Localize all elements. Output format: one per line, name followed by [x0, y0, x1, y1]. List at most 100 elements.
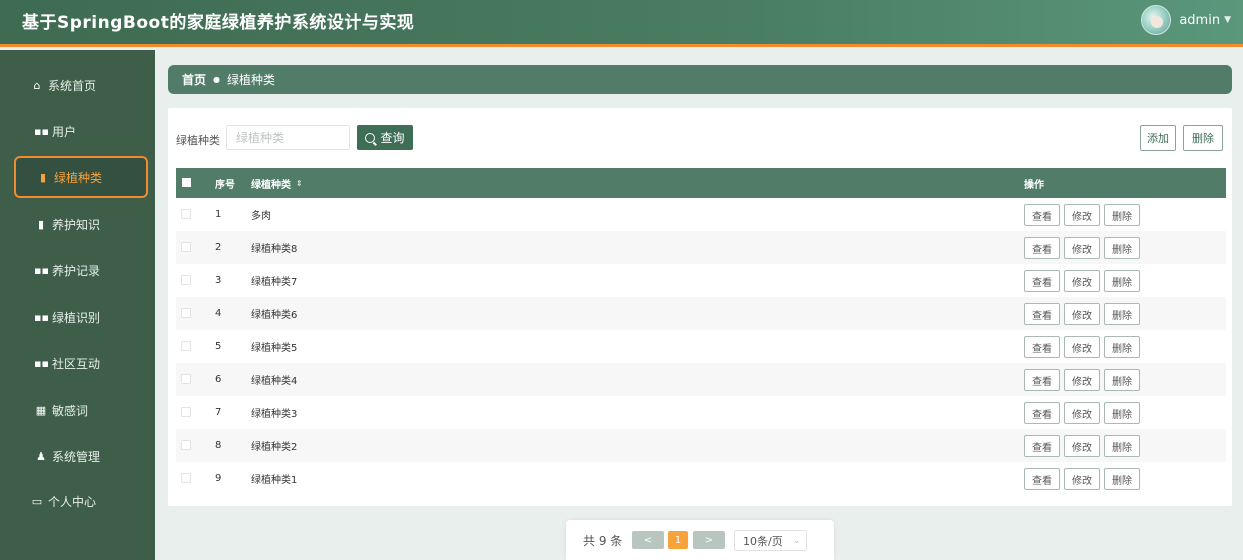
- sidebar-item-plant-types[interactable]: ▮ 绿植种类: [14, 156, 148, 198]
- edit-button[interactable]: 修改: [1064, 270, 1100, 292]
- row-index: 9: [215, 473, 222, 484]
- user-menu[interactable]: admin ▼: [1141, 5, 1231, 35]
- view-button[interactable]: 查看: [1024, 204, 1060, 226]
- select-all-checkbox[interactable]: [182, 178, 191, 187]
- breadcrumb-home[interactable]: 首页: [182, 71, 206, 88]
- sidebar-item-system-admin[interactable]: ♟ 系统管理: [14, 435, 148, 477]
- delete-button[interactable]: 删除: [1104, 303, 1140, 325]
- sidebar-item-care-knowledge[interactable]: ▮ 养护知识: [14, 203, 148, 245]
- row-index: 5: [215, 341, 222, 352]
- sidebar: ⌂ 系统首页 ▪▪ 用户 ▮ 绿植种类 ▮ 养护知识 ▪▪ 养护记录 ▪▪ 绿植…: [0, 50, 155, 560]
- row-index: 2: [215, 242, 222, 253]
- view-button[interactable]: 查看: [1024, 270, 1060, 292]
- row-checkbox[interactable]: [181, 407, 191, 417]
- row-checkbox[interactable]: [181, 440, 191, 450]
- delete-button[interactable]: 删除: [1104, 402, 1140, 424]
- delete-button[interactable]: 删除: [1104, 336, 1140, 358]
- page-size-select[interactable]: 10条/页 ⌄: [734, 530, 807, 551]
- grid-icon: ▪▪: [34, 310, 49, 324]
- window-icon: ▭: [31, 494, 43, 508]
- edit-button[interactable]: 修改: [1064, 204, 1100, 226]
- table-row: 8 绿植种类2 查看 修改 删除: [176, 429, 1226, 462]
- sidebar-item-label: 系统管理: [52, 449, 101, 464]
- search-button[interactable]: 查询: [357, 125, 413, 150]
- breadcrumb-current: 绿植种类: [227, 73, 276, 87]
- row-checkbox[interactable]: [181, 308, 191, 318]
- search-icon: [365, 132, 376, 143]
- edit-button[interactable]: 修改: [1064, 336, 1100, 358]
- clipboard-icon: ▮: [39, 170, 47, 184]
- next-page-button[interactable]: >: [693, 531, 725, 549]
- edit-button[interactable]: 修改: [1064, 369, 1100, 391]
- row-plant-type: 绿植种类4: [251, 376, 298, 387]
- row-checkbox[interactable]: [181, 473, 191, 483]
- table-row: 5 绿植种类5 查看 修改 删除: [176, 330, 1226, 363]
- add-button[interactable]: 添加: [1140, 125, 1176, 151]
- grid-icon: ▪▪: [34, 356, 49, 370]
- row-checkbox[interactable]: [181, 209, 191, 219]
- view-button[interactable]: 查看: [1024, 336, 1060, 358]
- view-button[interactable]: 查看: [1024, 402, 1060, 424]
- row-plant-type: 绿植种类6: [251, 310, 298, 321]
- table-row: 9 绿植种类1 查看 修改 删除: [176, 462, 1226, 495]
- delete-button[interactable]: 删除: [1104, 468, 1140, 490]
- edit-button[interactable]: 修改: [1064, 402, 1100, 424]
- sidebar-item-community[interactable]: ▪▪ 社区互动: [14, 342, 148, 384]
- edit-button[interactable]: 修改: [1064, 435, 1100, 457]
- delete-button[interactable]: 删除: [1104, 369, 1140, 391]
- app-title: 基于SpringBoot的家庭绿植养护系统设计与实现: [22, 13, 415, 33]
- view-button[interactable]: 查看: [1024, 435, 1060, 457]
- sidebar-item-home[interactable]: ⌂ 系统首页: [14, 64, 148, 106]
- header-plant-type-label: 绿植种类: [251, 179, 291, 191]
- delete-button[interactable]: 删除: [1104, 204, 1140, 226]
- edit-button[interactable]: 修改: [1064, 468, 1100, 490]
- username[interactable]: admin: [1179, 13, 1220, 28]
- sidebar-item-label: 绿植识别: [52, 310, 101, 325]
- table-row: 4 绿植种类6 查看 修改 删除: [176, 297, 1226, 330]
- page-number-button[interactable]: 1: [668, 531, 688, 549]
- header-plant-type[interactable]: 绿植种类 ⇕: [251, 168, 303, 198]
- row-checkbox[interactable]: [181, 242, 191, 252]
- delete-button[interactable]: 删除: [1104, 237, 1140, 259]
- sidebar-item-sensitive-words[interactable]: ▦ 敏感词: [14, 389, 148, 431]
- prev-page-button[interactable]: <: [632, 531, 664, 549]
- edit-button[interactable]: 修改: [1064, 237, 1100, 259]
- view-button[interactable]: 查看: [1024, 468, 1060, 490]
- table-row: 7 绿植种类3 查看 修改 删除: [176, 396, 1226, 429]
- row-checkbox[interactable]: [181, 341, 191, 351]
- delete-button[interactable]: 删除: [1104, 270, 1140, 292]
- grid-icon: ▪▪: [34, 263, 49, 277]
- row-index: 7: [215, 407, 222, 418]
- user-icon: ♟: [36, 449, 46, 463]
- pagination-total: 共 9 条: [583, 534, 623, 548]
- search-input[interactable]: [226, 125, 350, 150]
- row-plant-type: 绿植种类1: [251, 475, 298, 486]
- row-checkbox[interactable]: [181, 275, 191, 285]
- sidebar-item-plant-recognition[interactable]: ▪▪ 绿植识别: [14, 296, 148, 338]
- home-icon: ⌂: [33, 78, 41, 92]
- batch-delete-button[interactable]: 删除: [1183, 125, 1223, 151]
- sidebar-item-profile[interactable]: ▭ 个人中心: [14, 480, 148, 522]
- view-button[interactable]: 查看: [1024, 237, 1060, 259]
- chevron-down-icon[interactable]: ▼: [1224, 15, 1231, 25]
- edit-button[interactable]: 修改: [1064, 303, 1100, 325]
- content-panel: 绿植种类 查询 添加 删除 序号 绿植种类 ⇕ 操作 1 多肉 查看 修改 删除…: [168, 108, 1232, 506]
- header-index: 序号: [215, 179, 235, 191]
- header-ops: 操作: [1024, 179, 1044, 191]
- row-checkbox[interactable]: [181, 374, 191, 384]
- sidebar-item-users[interactable]: ▪▪ 用户: [14, 110, 148, 152]
- row-plant-type: 绿植种类7: [251, 277, 298, 288]
- search-label: 绿植种类: [176, 134, 220, 147]
- avatar[interactable]: [1141, 5, 1172, 35]
- table-icon: ▦: [35, 403, 47, 417]
- row-index: 3: [215, 275, 222, 286]
- table-row: 6 绿植种类4 查看 修改 删除: [176, 363, 1226, 396]
- sidebar-item-care-records[interactable]: ▪▪ 养护记录: [14, 249, 148, 291]
- sort-icon[interactable]: ⇕: [296, 179, 303, 188]
- view-button[interactable]: 查看: [1024, 369, 1060, 391]
- row-index: 8: [215, 440, 222, 451]
- view-button[interactable]: 查看: [1024, 303, 1060, 325]
- delete-button[interactable]: 删除: [1104, 435, 1140, 457]
- grid-icon: ▪▪: [34, 124, 49, 138]
- page-size-value: 10条/页: [743, 534, 783, 548]
